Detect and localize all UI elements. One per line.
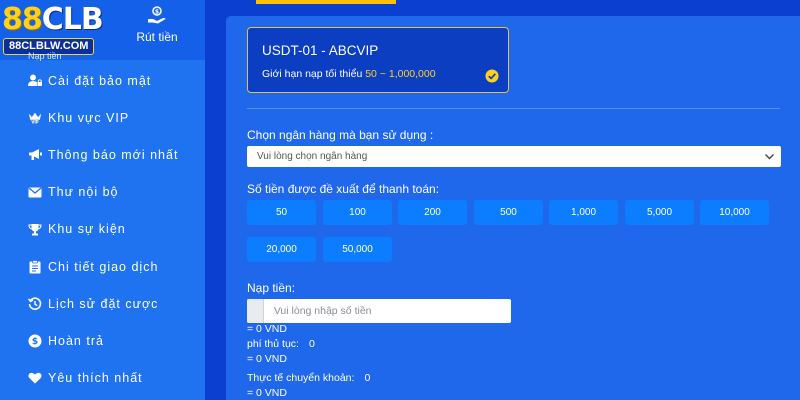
vip-crown-icon: VIP: [28, 111, 42, 125]
sidebar: 88CLB 88CLBLW.COM Nạp tiền $ Rút tiền Cà…: [0, 0, 205, 400]
fee-row: phí thủ tục: 0: [247, 338, 315, 350]
deposit-amount-input[interactable]: [273, 300, 511, 322]
deposit-panel: USDT-01 - ABCVIP Giới hạn nạp tối thiểu …: [226, 16, 800, 400]
amount-button[interactable]: 50: [247, 200, 316, 225]
bank-select-label: Chọn ngân hàng mà bạn sử dụng :: [247, 128, 434, 142]
active-tab-indicator: [256, 0, 396, 4]
fee-value: 0: [308, 338, 315, 350]
svg-text:$: $: [155, 9, 159, 16]
limit-range: 50 ~ 1,000,000: [365, 68, 436, 80]
sidebar-menu: Cài đặt bảo mật VIP Khu vực VIP Thông bá…: [0, 62, 205, 397]
sidebar-item-label: Cài đặt bảo mật: [48, 73, 152, 88]
sidebar-item-security[interactable]: Cài đặt bảo mật: [0, 62, 205, 99]
sidebar-item-label: Thông báo mới nhất: [48, 147, 179, 162]
trophy-icon: [28, 222, 42, 236]
envelope-icon: [28, 185, 42, 199]
clipboard-icon: [28, 259, 42, 274]
deposit-amount-field[interactable]: [247, 299, 511, 323]
sidebar-item-favorites[interactable]: Yêu thích nhất: [0, 360, 205, 397]
actual-transfer-label: Thực tế chuyển khoản:: [247, 372, 355, 384]
deposit-tab-label[interactable]: Nạp tiền: [28, 51, 62, 61]
amount-button[interactable]: 50,000: [323, 237, 392, 262]
svg-text:VIP: VIP: [31, 119, 38, 124]
sidebar-item-news[interactable]: Thông báo mới nhất: [0, 136, 205, 173]
sidebar-item-label: Hoàn trả: [48, 333, 104, 348]
cashback-icon: $: [28, 334, 42, 348]
sidebar-item-label: Khu sự kiện: [48, 222, 126, 237]
sidebar-item-events[interactable]: Khu sự kiện: [0, 211, 205, 248]
withdraw-label: Rút tiền: [136, 30, 178, 44]
logo-digits: 88: [2, 2, 43, 37]
amount-button[interactable]: 100: [323, 200, 392, 225]
actual-transfer-row: Thực tế chuyển khoản: 0: [247, 372, 370, 384]
amount-button[interactable]: 10,000: [700, 200, 769, 225]
amount-button[interactable]: 200: [398, 200, 467, 225]
sidebar-item-inbox[interactable]: Thư nội bộ: [0, 174, 205, 211]
logo-text: 88CLB: [2, 2, 104, 38]
sidebar-item-label: Thư nội bộ: [48, 185, 119, 200]
payment-channel-card[interactable]: USDT-01 - ABCVIP Giới hạn nạp tối thiểu …: [247, 27, 509, 93]
fee-vnd-equivalent: = 0 VND: [247, 353, 287, 365]
fee-label: phí thủ tục:: [247, 338, 299, 350]
selected-check-icon: [485, 69, 499, 83]
bank-select[interactable]: Vui lòng chọn ngân hàng: [247, 146, 781, 167]
sidebar-item-bet-history[interactable]: Lịch sử đặt cược: [0, 285, 205, 322]
suggested-amount-label: Số tiền được đề xuất để thanh toán:: [247, 182, 440, 196]
sidebar-item-label: Lịch sử đặt cược: [48, 296, 159, 311]
amount-button[interactable]: 1,000: [549, 200, 618, 225]
limit-label: Giới hạn nạp tối thiểu: [262, 68, 363, 80]
amount-button[interactable]: 20,000: [247, 237, 316, 262]
site-logo[interactable]: 88CLB 88CLBLW.COM: [0, 0, 134, 60]
sidebar-item-vip[interactable]: VIP Khu vực VIP: [0, 99, 205, 136]
sidebar-item-cashback[interactable]: $ Hoàn trả: [0, 322, 205, 359]
heart-icon: [28, 371, 42, 385]
withdraw-button[interactable]: $ Rút tiền: [132, 6, 182, 54]
amount-button[interactable]: 5,000: [625, 200, 694, 225]
section-divider: [247, 108, 780, 109]
sidebar-item-label: Yêu thích nhất: [48, 371, 143, 386]
logo-letters: CLB: [41, 2, 104, 37]
sidebar-item-label: Chi tiết giao dịch: [48, 259, 159, 274]
user-lock-icon: [28, 74, 42, 88]
megaphone-icon: [28, 148, 42, 162]
deposit-amount-label: Nạp tiền:: [247, 281, 296, 295]
sidebar-item-label: Khu vực VIP: [48, 110, 130, 125]
amount-button[interactable]: 500: [474, 200, 543, 225]
withdraw-icon: $: [148, 6, 166, 24]
channel-name: USDT-01 - ABCVIP: [262, 43, 379, 58]
bank-select-placeholder: Vui lòng chọn ngân hàng: [257, 151, 368, 162]
channel-limit: Giới hạn nạp tối thiểu 50 ~ 1,000,000: [262, 68, 436, 80]
actual-transfer-value: 0: [364, 372, 371, 384]
deposit-vnd-equivalent: = 0 VND: [247, 323, 287, 335]
svg-text:$: $: [32, 337, 38, 347]
input-prefix-addon: [247, 299, 264, 323]
chevron-down-icon: [765, 154, 774, 160]
sidebar-item-transactions[interactable]: Chi tiết giao dịch: [0, 248, 205, 285]
history-icon: [28, 297, 42, 311]
actual-vnd-equivalent: = 0 VND: [247, 387, 287, 399]
